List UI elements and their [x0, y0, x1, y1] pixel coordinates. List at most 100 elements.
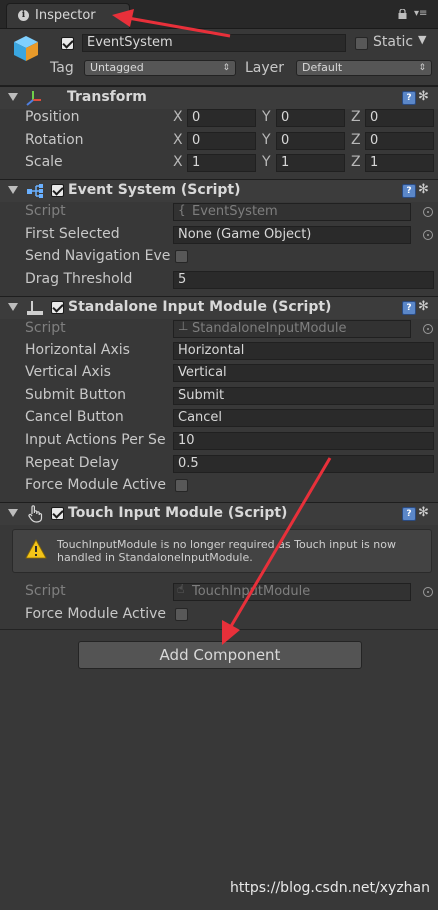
standalone-input-module-header[interactable]: Standalone Input Module (Script) ? ✻ [0, 296, 438, 319]
standalone-title: Standalone Input Module (Script) [68, 299, 332, 315]
rotation-x-input[interactable]: 0 [187, 132, 256, 150]
gear-icon[interactable]: ✻ [418, 505, 434, 521]
menu-icon[interactable]: ▾≡ [414, 9, 430, 19]
touch-enabled-checkbox[interactable] [51, 507, 64, 520]
script-value: TouchInputModule [192, 584, 311, 599]
static-dropdown-arrow-icon[interactable]: ▼ [418, 33, 426, 46]
object-picker-icon[interactable] [423, 587, 433, 597]
foldout-arrow-icon[interactable] [8, 186, 18, 194]
script-file-icon: ⊥ [178, 319, 189, 333]
tab-inspector[interactable]: i Inspector [6, 3, 130, 28]
object-picker-icon[interactable] [423, 230, 433, 240]
transform-axes-icon [26, 91, 41, 106]
gear-icon[interactable]: ✻ [418, 299, 434, 315]
help-icon[interactable]: ? [402, 507, 416, 521]
vertical-axis-label: Vertical Axis [25, 364, 111, 380]
standalone-script-field: StandaloneInputModule [173, 320, 411, 338]
first-selected-field[interactable]: None (Game Object) [173, 226, 411, 244]
object-picker-icon[interactable] [423, 324, 433, 334]
tab-label: Inspector [35, 8, 96, 23]
rotation-z-label: Z [351, 132, 361, 148]
scale-x-input[interactable]: 1 [187, 154, 256, 172]
deprecation-warning-box: TouchInputModule is no longer required a… [12, 529, 432, 573]
touch-hand-icon [28, 505, 43, 523]
joystick-icon [27, 301, 43, 315]
tag-dropdown[interactable]: Untagged ⇕ [84, 60, 236, 76]
event-system-script-field: EventSystem [173, 203, 411, 221]
rotation-z-input[interactable]: 0 [365, 132, 434, 150]
rotation-y-input[interactable]: 0 [276, 132, 345, 150]
event-system-icon [27, 184, 43, 198]
layer-value: Default [302, 61, 343, 74]
layer-label: Layer [245, 60, 285, 76]
gameobject-name-input[interactable]: EventSystem [82, 34, 346, 52]
send-navigation-checkbox[interactable] [175, 250, 188, 263]
script-label: Script [25, 320, 66, 336]
add-component-button[interactable]: Add Component [78, 641, 362, 669]
lock-icon[interactable] [398, 9, 407, 19]
gear-icon[interactable]: ✻ [418, 182, 434, 198]
script-file-icon: ☝ [177, 582, 185, 596]
submit-button-input[interactable]: Submit [173, 387, 434, 405]
event-system-title: Event System (Script) [68, 182, 241, 198]
force-module-active-checkbox[interactable] [175, 608, 188, 621]
event-system-header[interactable]: Event System (Script) ? ✻ [0, 179, 438, 202]
first-selected-label: First Selected [25, 226, 120, 242]
repeat-delay-label: Repeat Delay [25, 455, 119, 471]
rotation-x-label: X [173, 132, 183, 148]
watermark: https://blog.csdn.net/xyzhan [230, 880, 430, 896]
tab-bar: i Inspector ▾≡ [0, 0, 438, 29]
tag-label: Tag [50, 60, 74, 76]
position-x-label: X [173, 109, 183, 125]
send-navigation-label: Send Navigation Eve [25, 248, 171, 264]
script-label: Script [25, 203, 66, 219]
drag-threshold-input[interactable]: 5 [173, 271, 434, 289]
foldout-arrow-icon[interactable] [8, 509, 18, 517]
force-module-active-label: Force Module Active [25, 606, 166, 622]
script-value: EventSystem [192, 204, 278, 219]
touch-title: Touch Input Module (Script) [68, 505, 288, 521]
scale-z-label: Z [351, 154, 361, 170]
input-actions-input[interactable]: 10 [173, 432, 434, 450]
help-icon[interactable]: ? [402, 301, 416, 315]
help-icon[interactable]: ? [402, 184, 416, 198]
components-divider [0, 629, 438, 630]
position-label: Position [25, 109, 80, 125]
static-checkbox[interactable] [355, 37, 368, 50]
scale-z-input[interactable]: 1 [365, 154, 434, 172]
foldout-arrow-icon[interactable] [8, 303, 18, 311]
position-y-label: Y [262, 109, 271, 125]
vertical-axis-input[interactable]: Vertical [173, 364, 434, 382]
input-actions-label: Input Actions Per Se [25, 432, 166, 448]
script-value: StandaloneInputModule [192, 321, 347, 336]
object-picker-icon[interactable] [423, 207, 433, 217]
gear-icon[interactable]: ✻ [418, 89, 434, 105]
force-module-active-label: Force Module Active [25, 477, 166, 493]
position-y-input[interactable]: 0 [276, 109, 345, 127]
force-module-active-checkbox[interactable] [175, 479, 188, 492]
cancel-button-input[interactable]: Cancel [173, 409, 434, 427]
scale-y-input[interactable]: 1 [276, 154, 345, 172]
horizontal-axis-input[interactable]: Horizontal [173, 342, 434, 360]
repeat-delay-input[interactable]: 0.5 [173, 455, 434, 473]
scale-x-label: X [173, 154, 183, 170]
layer-dropdown-arrow-icon: ⇕ [418, 63, 426, 73]
standalone-enabled-checkbox[interactable] [51, 301, 64, 314]
drag-threshold-label: Drag Threshold [25, 271, 133, 287]
event-system-enabled-checkbox[interactable] [51, 184, 64, 197]
position-z-input[interactable]: 0 [365, 109, 434, 127]
rotation-label: Rotation [25, 132, 84, 148]
gameobject-active-checkbox[interactable] [61, 37, 74, 50]
rotation-y-label: Y [262, 132, 271, 148]
foldout-arrow-icon[interactable] [8, 93, 18, 101]
transform-title: Transform [67, 89, 147, 105]
help-icon[interactable]: ? [402, 91, 416, 105]
horizontal-axis-label: Horizontal Axis [25, 342, 130, 358]
position-z-label: Z [351, 109, 361, 125]
layer-dropdown[interactable]: Default ⇕ [296, 60, 432, 76]
transform-header[interactable]: Transform ? ✻ [0, 86, 438, 109]
static-label: Static [373, 34, 414, 50]
script-file-icon: { [178, 203, 186, 217]
touch-input-module-header[interactable]: Touch Input Module (Script) ? ✻ [0, 502, 438, 525]
position-x-input[interactable]: 0 [187, 109, 256, 127]
